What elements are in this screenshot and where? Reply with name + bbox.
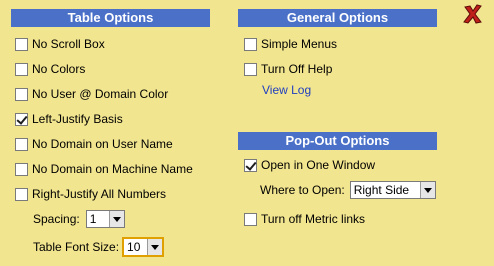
where-to-open-row: Where to Open: Right Side bbox=[260, 180, 436, 200]
option-label: Right-Justify All Numbers bbox=[32, 187, 167, 201]
chevron-down-icon[interactable] bbox=[147, 239, 163, 255]
option-label: No Scroll Box bbox=[32, 37, 105, 51]
option-label: No Colors bbox=[32, 62, 86, 76]
option-no-domain-user-name[interactable]: No Domain on User Name bbox=[15, 136, 173, 152]
chevron-down-icon[interactable] bbox=[419, 182, 435, 198]
close-icon[interactable] bbox=[462, 3, 484, 25]
popout-options-header: Pop-Out Options bbox=[238, 132, 437, 150]
where-to-open-value: Right Side bbox=[353, 183, 410, 197]
option-no-domain-machine-name[interactable]: No Domain on Machine Name bbox=[15, 161, 193, 177]
where-to-open-select[interactable]: Right Side bbox=[349, 181, 436, 199]
option-open-one-window[interactable]: Open in One Window bbox=[244, 157, 375, 173]
view-log-row: View Log bbox=[262, 82, 311, 98]
font-size-row: Table Font Size: 10 bbox=[33, 237, 165, 257]
left-justify-basis-checkbox[interactable] bbox=[15, 112, 28, 126]
no-user-domain-color-checkbox[interactable] bbox=[15, 87, 28, 101]
open-one-window-checkbox[interactable] bbox=[244, 158, 257, 172]
option-no-scroll-box[interactable]: No Scroll Box bbox=[15, 36, 105, 52]
option-label: Open in One Window bbox=[261, 158, 376, 172]
no-domain-user-name-checkbox[interactable] bbox=[15, 137, 28, 151]
table-options-header: Table Options bbox=[11, 9, 210, 27]
option-label: Left-Justify Basis bbox=[32, 112, 123, 126]
chevron-down-icon[interactable] bbox=[108, 211, 124, 227]
font-size-value: 10 bbox=[127, 240, 141, 254]
option-label: No Domain on Machine Name bbox=[32, 162, 193, 176]
option-label: Turn off Metric links bbox=[261, 212, 366, 226]
option-turn-off-metric-links[interactable]: Turn off Metric links bbox=[244, 211, 365, 227]
option-no-colors[interactable]: No Colors bbox=[15, 61, 85, 77]
spacing-value: 1 bbox=[89, 212, 97, 226]
option-label: Simple Menus bbox=[261, 37, 338, 51]
option-label: No Domain on User Name bbox=[32, 137, 173, 151]
general-options-header: General Options bbox=[238, 9, 437, 27]
spacing-select[interactable]: 1 bbox=[85, 210, 125, 228]
where-to-open-label: Where to Open: bbox=[260, 183, 345, 197]
spacing-row: Spacing: 1 bbox=[33, 209, 125, 229]
no-domain-machine-name-checkbox[interactable] bbox=[15, 162, 28, 176]
option-no-user-domain-color[interactable]: No User @ Domain Color bbox=[15, 86, 168, 102]
option-left-justify-basis[interactable]: Left-Justify Basis bbox=[15, 111, 123, 127]
option-simple-menus[interactable]: Simple Menus bbox=[244, 36, 337, 52]
right-justify-numbers-checkbox[interactable] bbox=[15, 187, 28, 201]
font-size-select[interactable]: 10 bbox=[122, 237, 165, 257]
no-scroll-box-checkbox[interactable] bbox=[15, 37, 28, 51]
no-colors-checkbox[interactable] bbox=[15, 62, 28, 76]
option-label: No User @ Domain Color bbox=[32, 87, 169, 101]
turn-off-metric-links-checkbox[interactable] bbox=[244, 212, 257, 226]
option-turn-off-help[interactable]: Turn Off Help bbox=[244, 61, 332, 77]
option-right-justify-numbers[interactable]: Right-Justify All Numbers bbox=[15, 186, 166, 202]
turn-off-help-checkbox[interactable] bbox=[244, 62, 257, 76]
spacing-label: Spacing: bbox=[33, 212, 80, 226]
font-size-label: Table Font Size: bbox=[33, 240, 120, 254]
simple-menus-checkbox[interactable] bbox=[244, 37, 257, 51]
option-label: Turn Off Help bbox=[261, 62, 333, 76]
view-log-link[interactable]: View Log bbox=[262, 83, 311, 97]
